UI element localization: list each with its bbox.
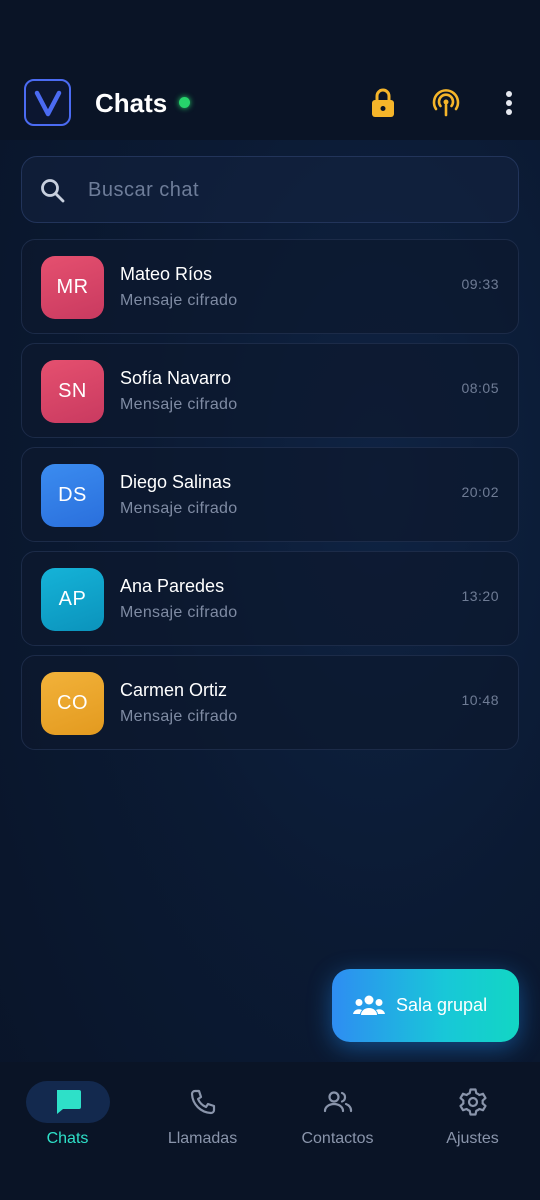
more-vertical-icon[interactable] (492, 86, 526, 120)
chat-preview: Mensaje cifrado (120, 292, 238, 309)
chat-list-item[interactable]: SN Sofía Navarro Mensaje cifrado 08:05 (21, 343, 519, 438)
nav-item-calls[interactable]: Llamadas (135, 1062, 270, 1200)
broadcast-icon[interactable] (429, 86, 463, 120)
chat-preview: Mensaje cifrado (120, 396, 238, 413)
nav-item-settings[interactable]: Ajustes (405, 1062, 540, 1200)
group-icon (353, 995, 385, 1015)
bottom-nav: Chats Llamadas Contactos Ajustes (0, 1062, 540, 1200)
lock-icon[interactable] (366, 86, 400, 120)
chat-preview: Mensaje cifrado (120, 604, 238, 621)
logo-v-icon (34, 90, 61, 116)
chat-name: Sofía Navarro (120, 368, 232, 388)
nav-label-calls: Llamadas (167, 1130, 238, 1147)
search-icon (41, 179, 65, 203)
phone-icon (161, 1081, 245, 1123)
chat-name: Carmen Ortiz (120, 680, 228, 700)
chat-timestamp: 13:20 (461, 588, 499, 604)
search-input[interactable] (88, 171, 488, 209)
chat-icon (25, 1081, 110, 1123)
group-room-button[interactable]: Sala grupal (332, 969, 519, 1042)
chat-list: MR Mateo Ríos Mensaje cifrado 09:33 SN Sofía … (21, 239, 519, 759)
chat-list-item[interactable]: AP Ana Paredes Mensaje cifrado 13:20 (21, 551, 519, 646)
app-header: Chats (0, 0, 540, 140)
page-title: Chats (95, 88, 168, 118)
chat-name: Ana Paredes (120, 576, 225, 596)
chat-timestamp: 08:05 (461, 380, 499, 396)
nav-label-chats: Chats (46, 1130, 89, 1147)
avatar: CO (41, 672, 104, 735)
chat-timestamp: 10:48 (461, 692, 499, 708)
avatar: DS (41, 464, 104, 527)
avatar: MR (41, 256, 104, 319)
avatar: SN (41, 360, 104, 423)
chat-timestamp: 09:33 (461, 276, 499, 292)
avatar: AP (41, 568, 104, 631)
chat-list-item[interactable]: MR Mateo Ríos Mensaje cifrado 09:33 (21, 239, 519, 334)
chat-name: Mateo Ríos (120, 264, 213, 284)
nav-item-contacts[interactable]: Contactos (270, 1062, 405, 1200)
nav-label-contacts: Contactos (301, 1130, 374, 1147)
chat-preview: Mensaje cifrado (120, 708, 238, 725)
chat-list-item[interactable]: CO Carmen Ortiz Mensaje cifrado 10:48 (21, 655, 519, 750)
chat-preview: Mensaje cifrado (120, 500, 238, 517)
group-room-label: Sala grupal (396, 995, 488, 1015)
app-logo[interactable] (24, 79, 71, 126)
chat-timestamp: 20:02 (461, 484, 499, 500)
nav-item-chats[interactable]: Chats (0, 1062, 135, 1200)
chat-name: Diego Salinas (120, 472, 232, 492)
settings-icon (431, 1081, 515, 1123)
contacts-icon (296, 1081, 380, 1123)
search-bar[interactable] (21, 156, 519, 223)
nav-label-settings: Ajustes (446, 1130, 499, 1147)
chat-list-item[interactable]: DS Diego Salinas Mensaje cifrado 20:02 (21, 447, 519, 542)
online-status-indicator (179, 97, 190, 108)
